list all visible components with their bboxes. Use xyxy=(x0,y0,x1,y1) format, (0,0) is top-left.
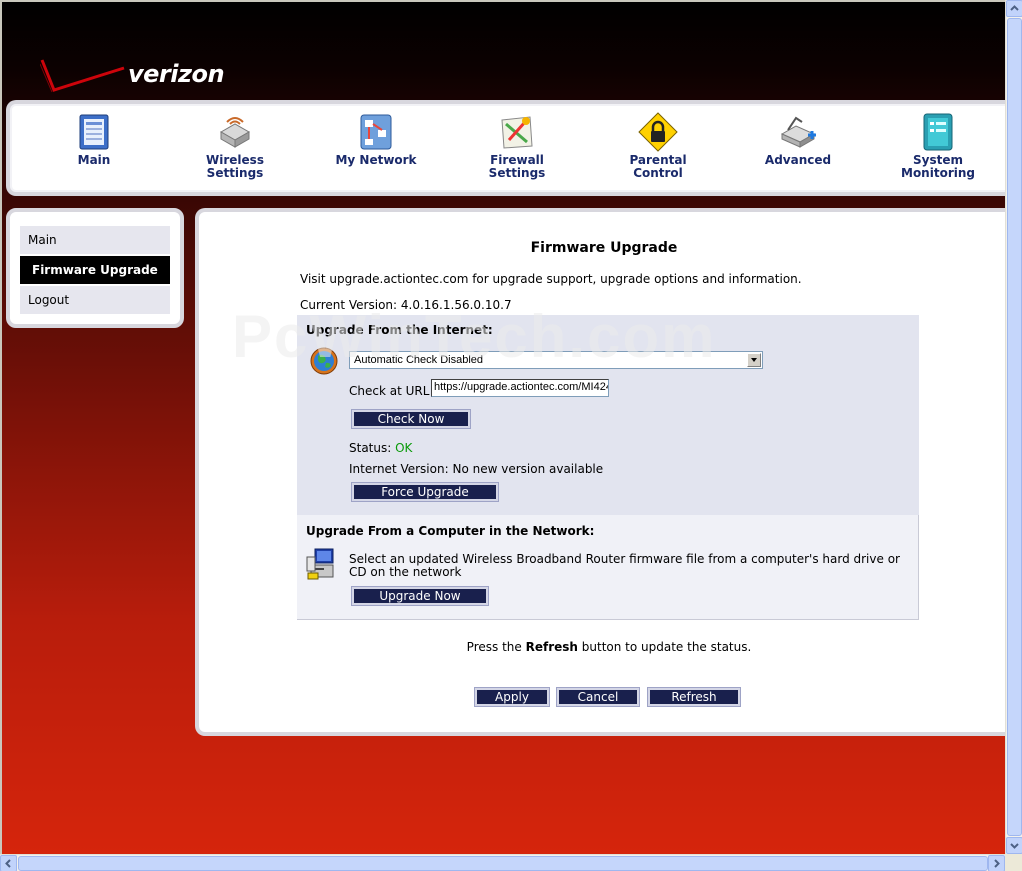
network-icon xyxy=(356,112,396,152)
current-version-label: Current Version: xyxy=(300,298,398,312)
nav-system-monitoring-label: System Monitoring xyxy=(901,153,975,180)
nav-firewall-settings-label: Firewall Settings xyxy=(488,153,546,180)
firewall-icon xyxy=(497,112,537,152)
computer-upgrade-section: Upgrade From a Computer in the Network: … xyxy=(297,515,919,620)
nav-my-network-label: My Network xyxy=(335,153,417,167)
upgrade-now-button[interactable]: Upgrade Now xyxy=(351,586,489,606)
auto-check-select[interactable]: Automatic Check Disabled xyxy=(349,351,763,369)
sidebar-item-firmware-upgrade[interactable]: Firmware Upgrade xyxy=(20,256,170,284)
internet-version-value: No new version available xyxy=(452,462,604,476)
nav-parental-control[interactable]: Parental Control xyxy=(598,112,718,180)
page-title: Firmware Upgrade xyxy=(530,240,678,256)
nav-my-network[interactable]: My Network xyxy=(316,112,436,167)
internet-version-label: Internet Version: xyxy=(349,462,449,476)
refresh-button[interactable]: Refresh xyxy=(647,687,741,707)
chevron-right-icon xyxy=(994,859,1000,868)
globe-icon xyxy=(309,346,339,376)
chevron-down-icon xyxy=(1010,843,1019,849)
wireless-icon xyxy=(215,112,255,152)
status-value: OK xyxy=(395,441,413,455)
brand-name: verizon xyxy=(128,60,225,88)
current-version-value: 4.0.16.1.56.0.10.7 xyxy=(400,298,512,312)
horizontal-scrollbar[interactable] xyxy=(0,854,1005,871)
check-now-button[interactable]: Check Now xyxy=(351,409,471,429)
check-url-label: Check at URL xyxy=(349,384,430,398)
nav-wireless-settings-label: Wireless Settings xyxy=(206,153,264,180)
computer-section-heading: Upgrade From a Computer in the Network: xyxy=(306,524,595,538)
internet-version-line: Internet Version: No new version availab… xyxy=(349,462,603,476)
top-navigation: Main Wireless Settings My Network Firewa… xyxy=(6,100,1005,196)
cancel-button[interactable]: Cancel xyxy=(556,687,640,707)
main-content: Firmware Upgrade Visit upgrade.actiontec… xyxy=(195,208,1005,736)
current-version: Current Version: 4.0.16.1.56.0.10.7 xyxy=(300,298,512,312)
main-icon xyxy=(74,112,114,152)
force-upgrade-button[interactable]: Force Upgrade xyxy=(351,482,499,502)
nav-advanced[interactable]: Advanced xyxy=(738,112,858,167)
internet-section-heading: Upgrade From the Internet: xyxy=(306,323,493,337)
nav-wireless-settings[interactable]: Wireless Settings xyxy=(175,112,295,180)
monitor-icon xyxy=(918,112,958,152)
advanced-icon xyxy=(778,112,818,152)
scroll-right-button[interactable] xyxy=(988,855,1005,871)
refresh-note-suffix: button to update the status. xyxy=(581,640,752,654)
nav-advanced-label: Advanced xyxy=(764,153,832,167)
nav-system-monitoring[interactable]: System Monitoring xyxy=(878,112,998,180)
refresh-note: Press the Refresh button to update the s… xyxy=(199,640,1005,654)
computer-icon xyxy=(305,547,339,581)
apply-button[interactable]: Apply xyxy=(474,687,550,707)
chevron-left-icon xyxy=(5,859,11,868)
status-line: Status: OK xyxy=(349,441,412,455)
internet-upgrade-section: Upgrade From the Internet: Automatic Che… xyxy=(297,315,919,515)
sidebar-item-main[interactable]: Main xyxy=(20,226,170,254)
nav-main-label: Main xyxy=(77,153,111,167)
sidebar: Main Firmware Upgrade Logout xyxy=(6,208,184,328)
nav-main[interactable]: Main xyxy=(34,112,154,167)
scroll-left-button[interactable] xyxy=(0,855,17,871)
scrollbar-corner xyxy=(1005,854,1022,871)
horizontal-scroll-thumb[interactable] xyxy=(18,856,988,871)
vertical-scrollbar[interactable] xyxy=(1005,0,1022,854)
verizon-logo: verizon xyxy=(39,54,240,98)
intro-text: Visit upgrade.actiontec.com for upgrade … xyxy=(300,272,802,286)
check-url-input[interactable]: https://upgrade.actiontec.com/MI424 xyxy=(431,379,609,397)
computer-upgrade-description: Select an updated Wireless Broadband Rou… xyxy=(349,552,900,579)
refresh-note-prefix: Press the xyxy=(466,640,522,654)
sidebar-item-logout[interactable]: Logout xyxy=(20,286,170,314)
lock-icon xyxy=(638,112,678,152)
auto-check-select-value: Automatic Check Disabled xyxy=(354,354,484,366)
chevron-down-icon[interactable] xyxy=(747,353,761,367)
refresh-note-bold: Refresh xyxy=(525,640,578,654)
nav-parental-control-label: Parental Control xyxy=(629,153,687,180)
vertical-scroll-thumb[interactable] xyxy=(1007,18,1022,836)
chevron-up-icon xyxy=(1010,5,1019,11)
nav-firewall-settings[interactable]: Firewall Settings xyxy=(457,112,577,180)
scroll-down-button[interactable] xyxy=(1006,837,1022,854)
scroll-up-button[interactable] xyxy=(1006,0,1022,17)
status-label: Status: xyxy=(349,441,392,455)
browser-viewport: verizon Main Wireless Settings My Networ… xyxy=(0,0,1005,854)
